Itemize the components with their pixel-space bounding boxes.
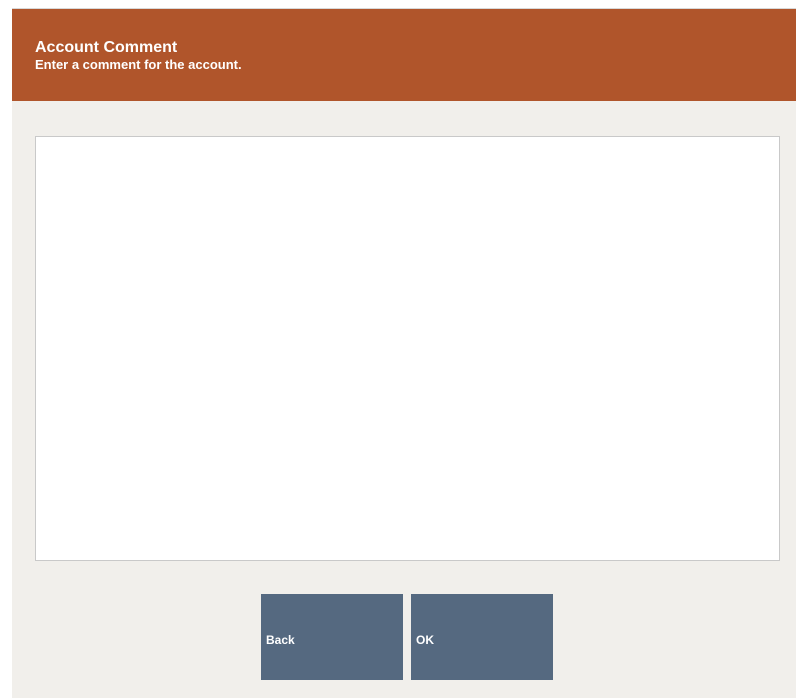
back-button[interactable]: Back — [261, 594, 403, 680]
page-subtitle: Enter a comment for the account. — [35, 57, 242, 72]
account-comment-dialog: Account Comment Enter a comment for the … — [12, 8, 796, 698]
ok-button[interactable]: OK — [411, 594, 553, 680]
dialog-header: Account Comment Enter a comment for the … — [12, 9, 796, 101]
page-title: Account Comment — [35, 39, 178, 56]
back-button-label: Back — [266, 632, 295, 647]
ok-button-label: OK — [416, 632, 434, 647]
comment-input[interactable] — [35, 136, 780, 561]
